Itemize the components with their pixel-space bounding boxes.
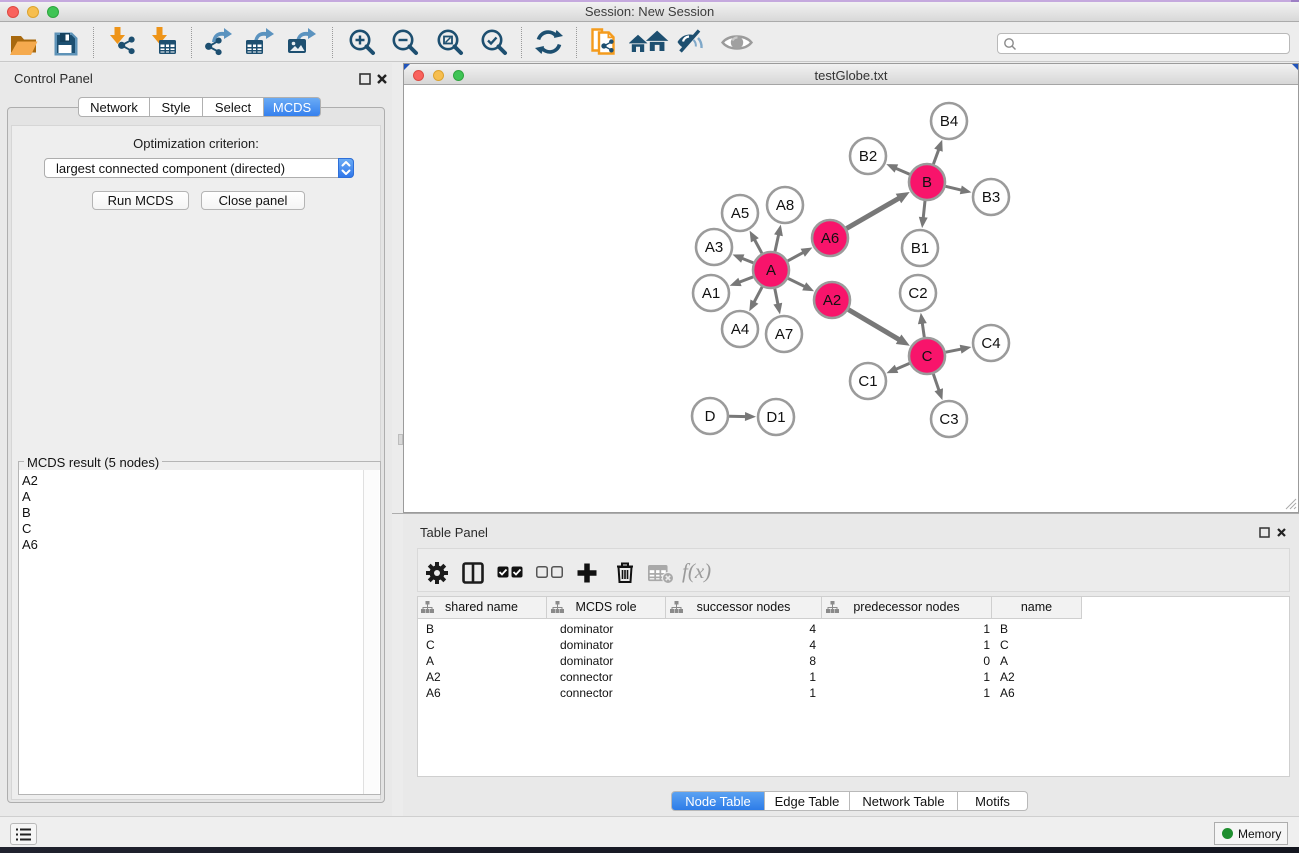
svg-text:B1: B1 bbox=[911, 240, 929, 257]
svg-text:D1: D1 bbox=[766, 409, 785, 426]
svg-text:C4: C4 bbox=[981, 335, 1000, 352]
svg-text:C1: C1 bbox=[858, 373, 877, 390]
svg-text:A8: A8 bbox=[776, 197, 794, 214]
svg-text:D: D bbox=[705, 408, 716, 425]
svg-text:B3: B3 bbox=[982, 189, 1000, 206]
svg-text:C: C bbox=[922, 348, 933, 365]
svg-text:B: B bbox=[922, 174, 932, 191]
svg-text:A5: A5 bbox=[731, 205, 749, 222]
svg-text:A6: A6 bbox=[821, 230, 839, 247]
svg-text:A4: A4 bbox=[731, 321, 749, 338]
svg-text:A2: A2 bbox=[823, 292, 841, 309]
svg-text:A3: A3 bbox=[705, 239, 723, 256]
svg-text:C3: C3 bbox=[939, 411, 958, 428]
svg-text:B4: B4 bbox=[940, 113, 958, 130]
svg-text:C2: C2 bbox=[908, 285, 927, 302]
svg-text:A7: A7 bbox=[775, 326, 793, 343]
svg-text:A1: A1 bbox=[702, 285, 720, 302]
svg-text:B2: B2 bbox=[859, 148, 877, 165]
svg-text:A: A bbox=[766, 262, 776, 279]
